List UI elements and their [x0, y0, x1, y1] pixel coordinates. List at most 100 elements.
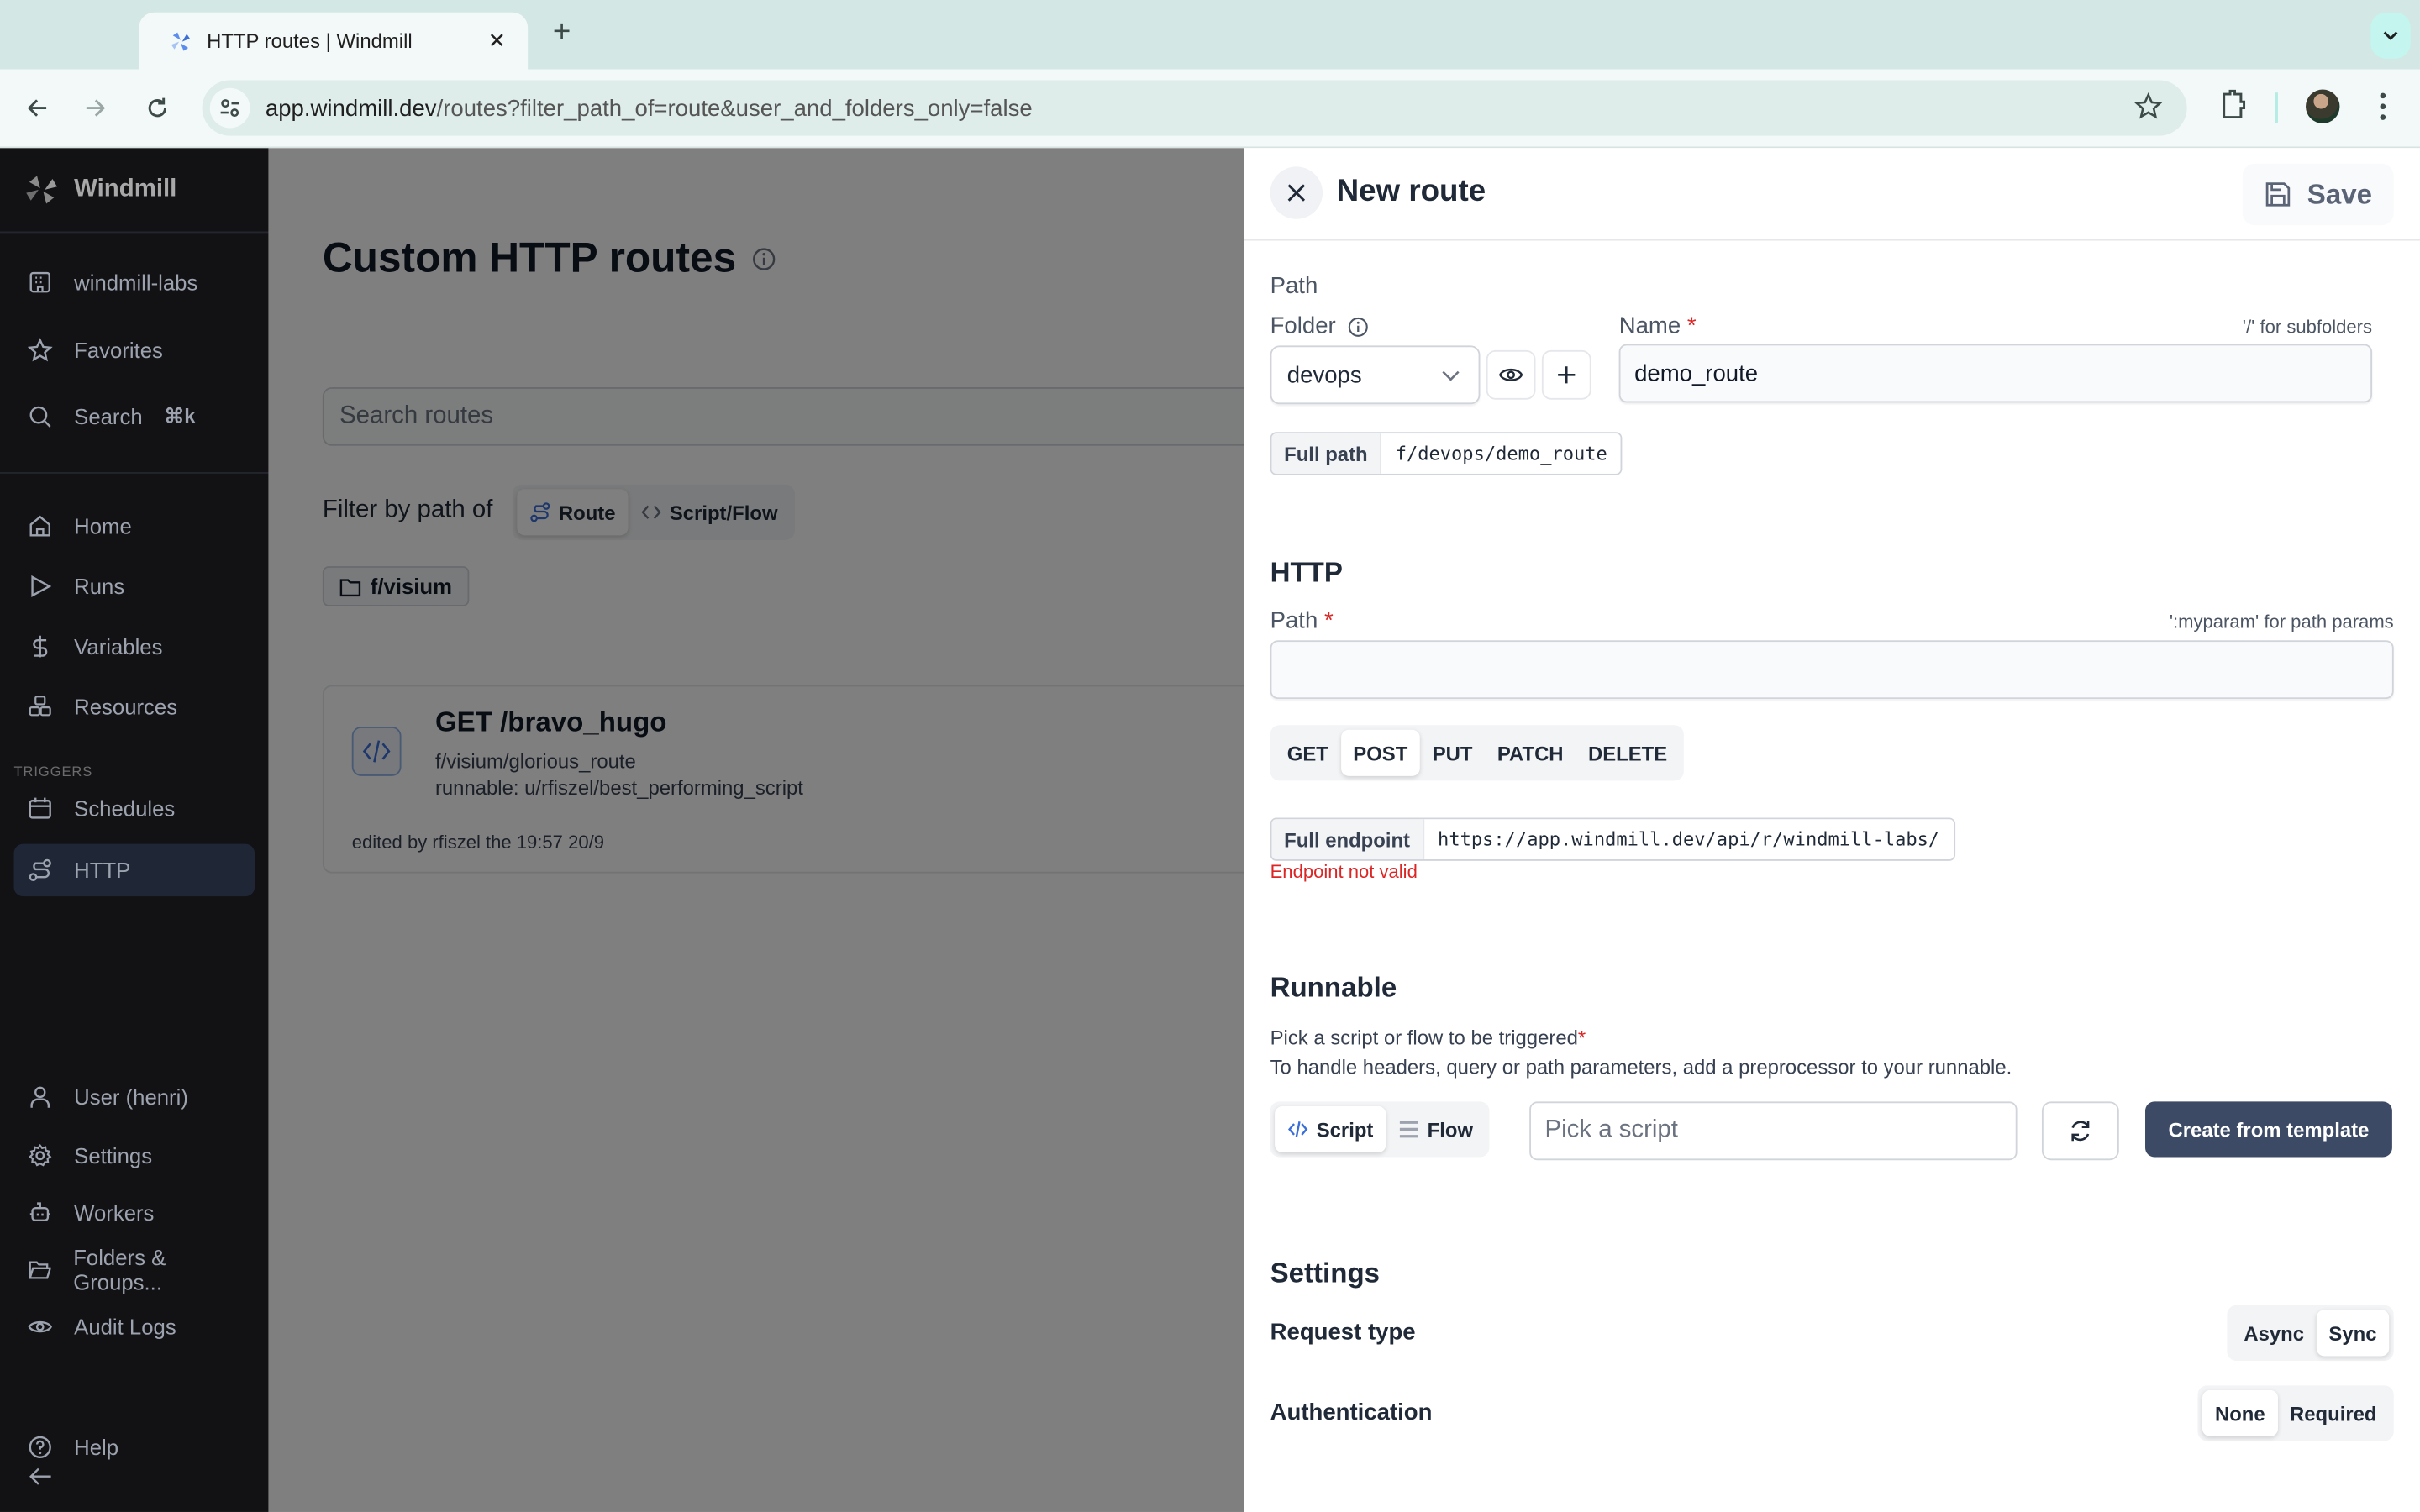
folder-label-text: Folder: [1270, 312, 1336, 340]
path-section-label: Path: [1270, 273, 1318, 300]
code-icon: [1287, 1121, 1308, 1137]
screen: HTTP routes | Windmill ✕ + app.windmill.…: [0, 0, 2420, 1512]
endpoint-error: Endpoint not valid: [1270, 860, 1418, 883]
folder-open-icon: [29, 1261, 52, 1279]
new-tab-icon[interactable]: +: [548, 15, 576, 50]
pick-script-placeholder: Pick a script: [1544, 1116, 1678, 1143]
new-route-drawer: New route Save Path Folder devops Name *…: [1244, 148, 2420, 1512]
extensions-icon[interactable]: [2217, 88, 2249, 122]
kebab-menu-icon[interactable]: [2370, 91, 2395, 122]
auth-required[interactable]: Required: [2277, 1390, 2389, 1436]
name-input[interactable]: demo_route: [1618, 344, 2373, 403]
add-folder-button[interactable]: [1541, 349, 1591, 400]
gear-icon: [29, 1143, 52, 1167]
play-icon: [31, 575, 52, 597]
sidebar-item-audit-logs[interactable]: Audit Logs: [14, 1300, 255, 1352]
reload-button[interactable]: [140, 91, 174, 124]
sidebar-item-runs[interactable]: Runs: [14, 560, 255, 612]
sidebar-item-workspace[interactable]: windmill-labs: [14, 256, 255, 308]
address-bar[interactable]: app.windmill.dev/routes?filter_path_of=r…: [202, 80, 2187, 136]
modal-backdrop[interactable]: [268, 148, 1244, 1512]
request-type-async[interactable]: Async: [2232, 1310, 2317, 1356]
sidebar-item-label: Resources: [74, 694, 178, 719]
reload-icon: [148, 97, 166, 118]
full-path-value[interactable]: f/devops/demo_route: [1381, 433, 1622, 474]
bot-icon: [29, 1202, 50, 1222]
folder-select-value: devops: [1286, 361, 1362, 388]
windmill-logo-icon: [26, 176, 57, 204]
sidebar-item-label: Audit Logs: [74, 1314, 176, 1340]
help-circle-icon: [29, 1436, 51, 1458]
full-endpoint-value[interactable]: https://app.windmill.dev/api/r/windmill-…: [1423, 819, 1954, 860]
sidebar-item-label: Variables: [74, 633, 163, 659]
http-path-input[interactable]: [1270, 640, 2394, 700]
request-type-label: Request type: [1270, 1319, 1416, 1346]
eye-icon: [1498, 368, 1523, 381]
kind-flow[interactable]: Flow: [1386, 1106, 1486, 1152]
name-hint: '/' for subfolders: [2242, 316, 2373, 339]
toolbar-divider: [2275, 92, 2278, 123]
folder-select[interactable]: devops: [1270, 345, 1481, 405]
sidebar-item-search[interactable]: Search ⌘k: [14, 391, 255, 443]
boxes-icon: [29, 696, 51, 717]
sidebar-item-label: User (henri): [74, 1084, 188, 1110]
method-post[interactable]: POST: [1340, 729, 1421, 776]
brand[interactable]: Windmill: [0, 148, 269, 234]
calendar-icon: [29, 797, 51, 819]
sidebar-item-variables[interactable]: Variables: [14, 620, 255, 672]
profile-avatar[interactable]: [2306, 89, 2340, 123]
sidebar-item-user[interactable]: User (henri): [14, 1071, 255, 1123]
bookmark-star-icon[interactable]: [2134, 92, 2163, 120]
forward-button[interactable]: [79, 91, 113, 124]
runnable-description: Pick a script or flow to be triggered*: [1270, 1026, 1586, 1049]
method-patch[interactable]: PATCH: [1485, 730, 1576, 776]
close-drawer-button[interactable]: [1270, 166, 1323, 219]
arrow-left-icon: [27, 99, 47, 117]
save-icon: [2265, 182, 2291, 207]
refresh-scripts-button[interactable]: [2041, 1101, 2119, 1161]
sidebar-item-schedules[interactable]: Schedules: [14, 782, 255, 834]
drawer-title: New route: [1336, 174, 1486, 208]
auth-none[interactable]: None: [2202, 1389, 2278, 1436]
pick-script-input[interactable]: Pick a script: [1529, 1101, 2018, 1161]
sidebar-item-label: HTTP: [74, 858, 131, 883]
browser-tab[interactable]: HTTP routes | Windmill ✕: [139, 12, 529, 70]
view-folder-button[interactable]: [1486, 349, 1536, 400]
method-put[interactable]: PUT: [1420, 730, 1485, 776]
runnable-preprocessor-hint: To handle headers, query or path paramet…: [1270, 1055, 2012, 1079]
tab-search-button[interactable]: [2370, 12, 2411, 59]
required-marker: *: [1577, 1026, 1586, 1049]
sidebar-item-http[interactable]: HTTP: [13, 843, 255, 897]
sidebar-item-label: Favorites: [74, 338, 163, 363]
back-button[interactable]: [20, 91, 54, 124]
site-info-icon[interactable]: [209, 87, 250, 129]
home-icon: [29, 515, 50, 537]
sidebar-item-label: Settings: [74, 1142, 153, 1168]
sidebar-item-settings[interactable]: Settings: [14, 1129, 255, 1181]
sidebar-item-home[interactable]: Home: [14, 500, 255, 552]
collapse-sidebar-arrow-icon[interactable]: [28, 1466, 52, 1488]
sidebar-item-workers[interactable]: Workers: [14, 1186, 255, 1238]
settings-section-title: Settings: [1270, 1257, 1381, 1289]
sidebar-item-favorites[interactable]: Favorites: [14, 324, 255, 376]
info-icon[interactable]: [1347, 316, 1369, 338]
user-icon: [30, 1086, 50, 1108]
full-path-display: Full path f/devops/demo_route: [1270, 432, 1623, 475]
http-method-toggle: GET POST PUT PATCH DELETE: [1270, 725, 1685, 781]
route-icon: [29, 858, 51, 882]
sidebar-item-resources[interactable]: Resources: [14, 680, 255, 732]
authentication-toggle: None Required: [2197, 1385, 2394, 1441]
create-from-template-button[interactable]: Create from template: [2145, 1101, 2392, 1158]
request-type-sync[interactable]: Sync: [2316, 1310, 2390, 1357]
tab-close-icon[interactable]: ✕: [485, 28, 509, 54]
arrow-right-icon: [86, 99, 106, 117]
method-get[interactable]: GET: [1275, 730, 1340, 776]
required-marker: *: [1323, 607, 1334, 634]
sidebar-item-folders-groups[interactable]: Folders & Groups...: [14, 1243, 255, 1295]
authentication-label: Authentication: [1270, 1399, 1433, 1426]
kind-script[interactable]: Script: [1275, 1105, 1386, 1153]
full-endpoint-display: Full endpoint https://app.windmill.dev/a…: [1270, 817, 1955, 861]
save-button[interactable]: Save: [2242, 163, 2394, 226]
sidebar-item-label: Search: [74, 404, 143, 429]
method-delete[interactable]: DELETE: [1576, 730, 1680, 776]
